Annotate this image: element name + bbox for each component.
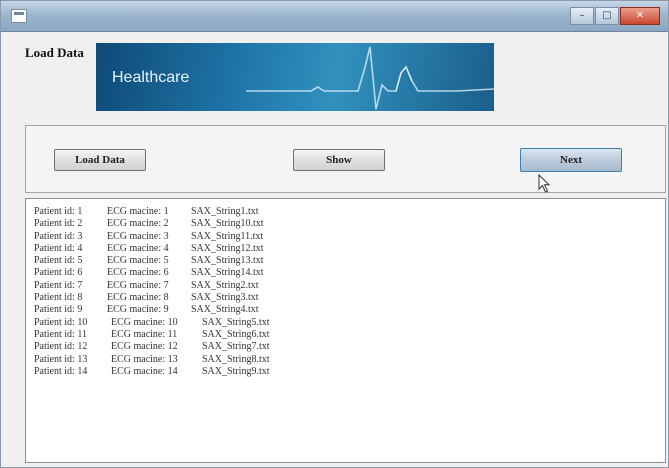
healthcare-banner: Healthcare bbox=[96, 43, 494, 111]
results-list[interactable]: Patient id: 1 ECG macine: 1 SAX_String1.tx… bbox=[25, 198, 666, 463]
ecg-machine: ECG macine: 10 bbox=[111, 316, 178, 328]
maximize-button[interactable]: □ bbox=[595, 7, 619, 25]
list-item: Patient id: 4 ECG macine: 4 SAX_String12.t… bbox=[34, 243, 354, 255]
record-rows: Patient id: 1 ECG macine: 1 SAX_String1.tx… bbox=[34, 206, 354, 378]
file-name: SAX_String6.txt bbox=[202, 328, 270, 340]
load-data-button[interactable]: Load Data bbox=[54, 149, 146, 171]
close-button[interactable]: ✕ bbox=[620, 7, 660, 25]
patient-id: Patient id: 13 bbox=[34, 353, 88, 365]
mouse-cursor-icon bbox=[538, 174, 551, 193]
file-name: SAX_String8.txt bbox=[202, 353, 270, 365]
patient-id: Patient id: 6 bbox=[34, 267, 83, 279]
window-controls: – □ ✕ bbox=[569, 7, 660, 25]
file-name: SAX_String7.txt bbox=[202, 341, 270, 353]
patient-id: Patient id: 1 bbox=[34, 206, 83, 217]
list-item: Patient id: 7 ECG macine: 7 SAX_String2.tx… bbox=[34, 280, 354, 292]
list-item: Patient id: 12 ECG macine: 12 SAX_String7.… bbox=[34, 341, 354, 353]
ecg-machine: ECG macine: 2 bbox=[107, 218, 169, 230]
file-name: SAX_String13.txt bbox=[191, 255, 264, 267]
minimize-button[interactable]: – bbox=[570, 7, 594, 25]
patient-id: Patient id: 3 bbox=[34, 230, 83, 242]
file-name: SAX_String11.txt bbox=[191, 230, 264, 242]
ecg-machine: ECG macine: 5 bbox=[107, 255, 169, 267]
file-name: SAX_String14.txt bbox=[191, 267, 264, 279]
patient-id: Patient id: 12 bbox=[34, 341, 88, 353]
patient-id: Patient id: 8 bbox=[34, 292, 83, 304]
patient-id: Patient id: 14 bbox=[34, 365, 88, 377]
ecg-machine: ECG macine: 1 bbox=[107, 206, 169, 217]
ecg-machine: ECG macine: 9 bbox=[107, 304, 169, 316]
list-item: Patient id: 8 ECG macine: 8 SAX_String3.tx… bbox=[34, 292, 354, 304]
list-item: Patient id: 11 ECG macine: 11 SAX_String6.… bbox=[34, 329, 354, 341]
ecg-machine: ECG macine: 12 bbox=[111, 341, 178, 353]
list-item: Patient id: 3 ECG macine: 3 SAX_String11.t… bbox=[34, 231, 354, 243]
list-item: Patient id: 9 ECG macine: 9 SAX_String4.tx… bbox=[34, 304, 354, 316]
file-name: SAX_String4.txt bbox=[191, 304, 259, 316]
app-window: – □ ✕ Load Data Healthcare Load Data Sho… bbox=[0, 0, 669, 468]
ecg-machine: ECG macine: 3 bbox=[107, 230, 169, 242]
list-item: Patient id: 5 ECG macine: 5 SAX_String13.t… bbox=[34, 255, 354, 267]
patient-id: Patient id: 11 bbox=[34, 328, 87, 340]
file-name: SAX_String3.txt bbox=[191, 292, 259, 304]
app-icon bbox=[11, 9, 27, 23]
ecg-machine: ECG macine: 13 bbox=[111, 353, 178, 365]
ecg-machine: ECG macine: 6 bbox=[107, 267, 169, 279]
file-name: SAX_String9.txt bbox=[202, 365, 270, 377]
close-icon: ✕ bbox=[635, 10, 645, 21]
patient-id: Patient id: 4 bbox=[34, 242, 83, 254]
list-item: Patient id: 13 ECG macine: 13 SAX_String8.… bbox=[34, 354, 354, 366]
ecg-machine: ECG macine: 8 bbox=[107, 292, 169, 304]
list-item: Patient id: 10 ECG macine: 10 SAX_String5.… bbox=[34, 317, 354, 329]
file-name: SAX_String5.txt bbox=[202, 316, 270, 328]
title-bar[interactable]: – □ ✕ bbox=[1, 1, 668, 32]
button-panel: Load Data Show Next bbox=[25, 125, 666, 193]
file-name: SAX_String12.txt bbox=[191, 242, 264, 254]
patient-id: Patient id: 9 bbox=[34, 304, 83, 316]
patient-id: Patient id: 2 bbox=[34, 218, 83, 230]
page-title: Load Data bbox=[25, 45, 84, 60]
list-item: Patient id: 2 ECG macine: 2 SAX_String10.t… bbox=[34, 218, 354, 230]
maximize-icon: □ bbox=[602, 10, 612, 21]
file-name: SAX_String1.txt bbox=[191, 206, 259, 217]
patient-id: Patient id: 5 bbox=[34, 255, 83, 267]
ecg-machine: ECG macine: 4 bbox=[107, 242, 169, 254]
ecg-machine: ECG macine: 7 bbox=[107, 279, 169, 291]
file-name: SAX_String2.txt bbox=[191, 279, 259, 291]
file-name: SAX_String10.txt bbox=[191, 218, 264, 230]
ecg-machine: ECG macine: 11 bbox=[111, 328, 178, 340]
ecg-machine: ECG macine: 14 bbox=[111, 365, 178, 377]
list-item: Patient id: 6 ECG macine: 6 SAX_String14.t… bbox=[34, 267, 354, 279]
show-button[interactable]: Show bbox=[293, 149, 385, 171]
patient-id: Patient id: 7 bbox=[34, 279, 83, 291]
list-item: Patient id: 14 ECG macine: 14 SAX_String9.… bbox=[34, 366, 354, 378]
patient-id: Patient id: 10 bbox=[34, 316, 88, 328]
list-item: Patient id: 1 ECG macine: 1 SAX_String1.tx… bbox=[34, 206, 354, 218]
next-button[interactable]: Next bbox=[520, 148, 622, 172]
banner-title: Healthcare bbox=[112, 69, 190, 86]
minimize-icon: – bbox=[579, 10, 585, 21]
